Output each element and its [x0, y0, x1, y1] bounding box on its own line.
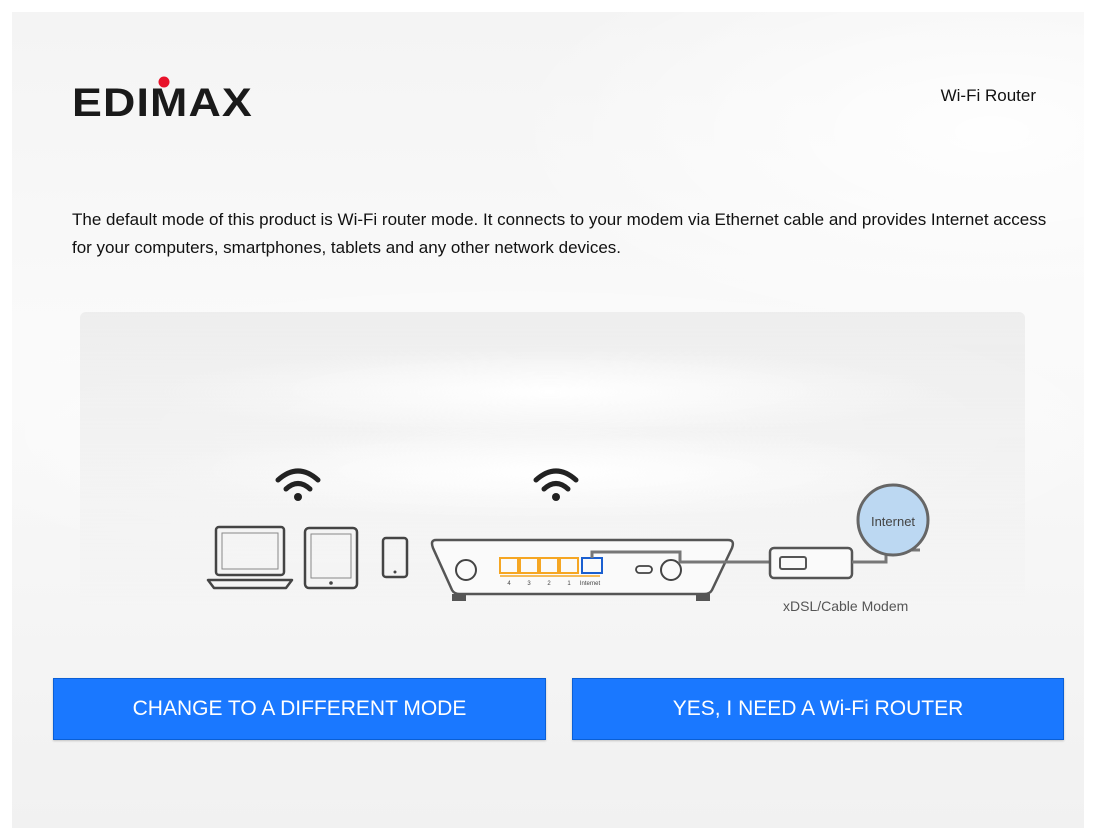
- tablet-icon: [303, 526, 359, 590]
- setup-page: EDIMAX Wi-Fi Router The default mode of …: [12, 12, 1084, 828]
- logo-dot: [158, 76, 170, 88]
- product-name: Wi-Fi Router: [940, 86, 1036, 105]
- wifi-icon: [275, 468, 321, 501]
- internet-globe-icon: Internet: [856, 483, 930, 557]
- confirm-router-mode-button[interactable]: YES, I NEED A Wi-Fi ROUTER: [572, 678, 1064, 740]
- network-diagram: 4 3 2 1 Internet xDSL/Cable Modem Intern…: [206, 468, 930, 612]
- mode-description: The default mode of this product is Wi-F…: [72, 210, 1047, 257]
- wifi-icon: [533, 468, 579, 501]
- port-label: Internet: [580, 581, 601, 587]
- modem-label: xDSL/Cable Modem: [783, 598, 908, 612]
- laptop-icon: [206, 525, 294, 590]
- internet-label: Internet: [871, 514, 915, 529]
- change-mode-button[interactable]: CHANGE TO A DIFFERENT MODE: [53, 678, 546, 740]
- router-icon: 4 3 2 1 Internet: [430, 538, 735, 601]
- edimax-logo: EDIMAX: [72, 76, 252, 120]
- smartphone-icon: [381, 536, 409, 579]
- modem-icon: [768, 546, 854, 580]
